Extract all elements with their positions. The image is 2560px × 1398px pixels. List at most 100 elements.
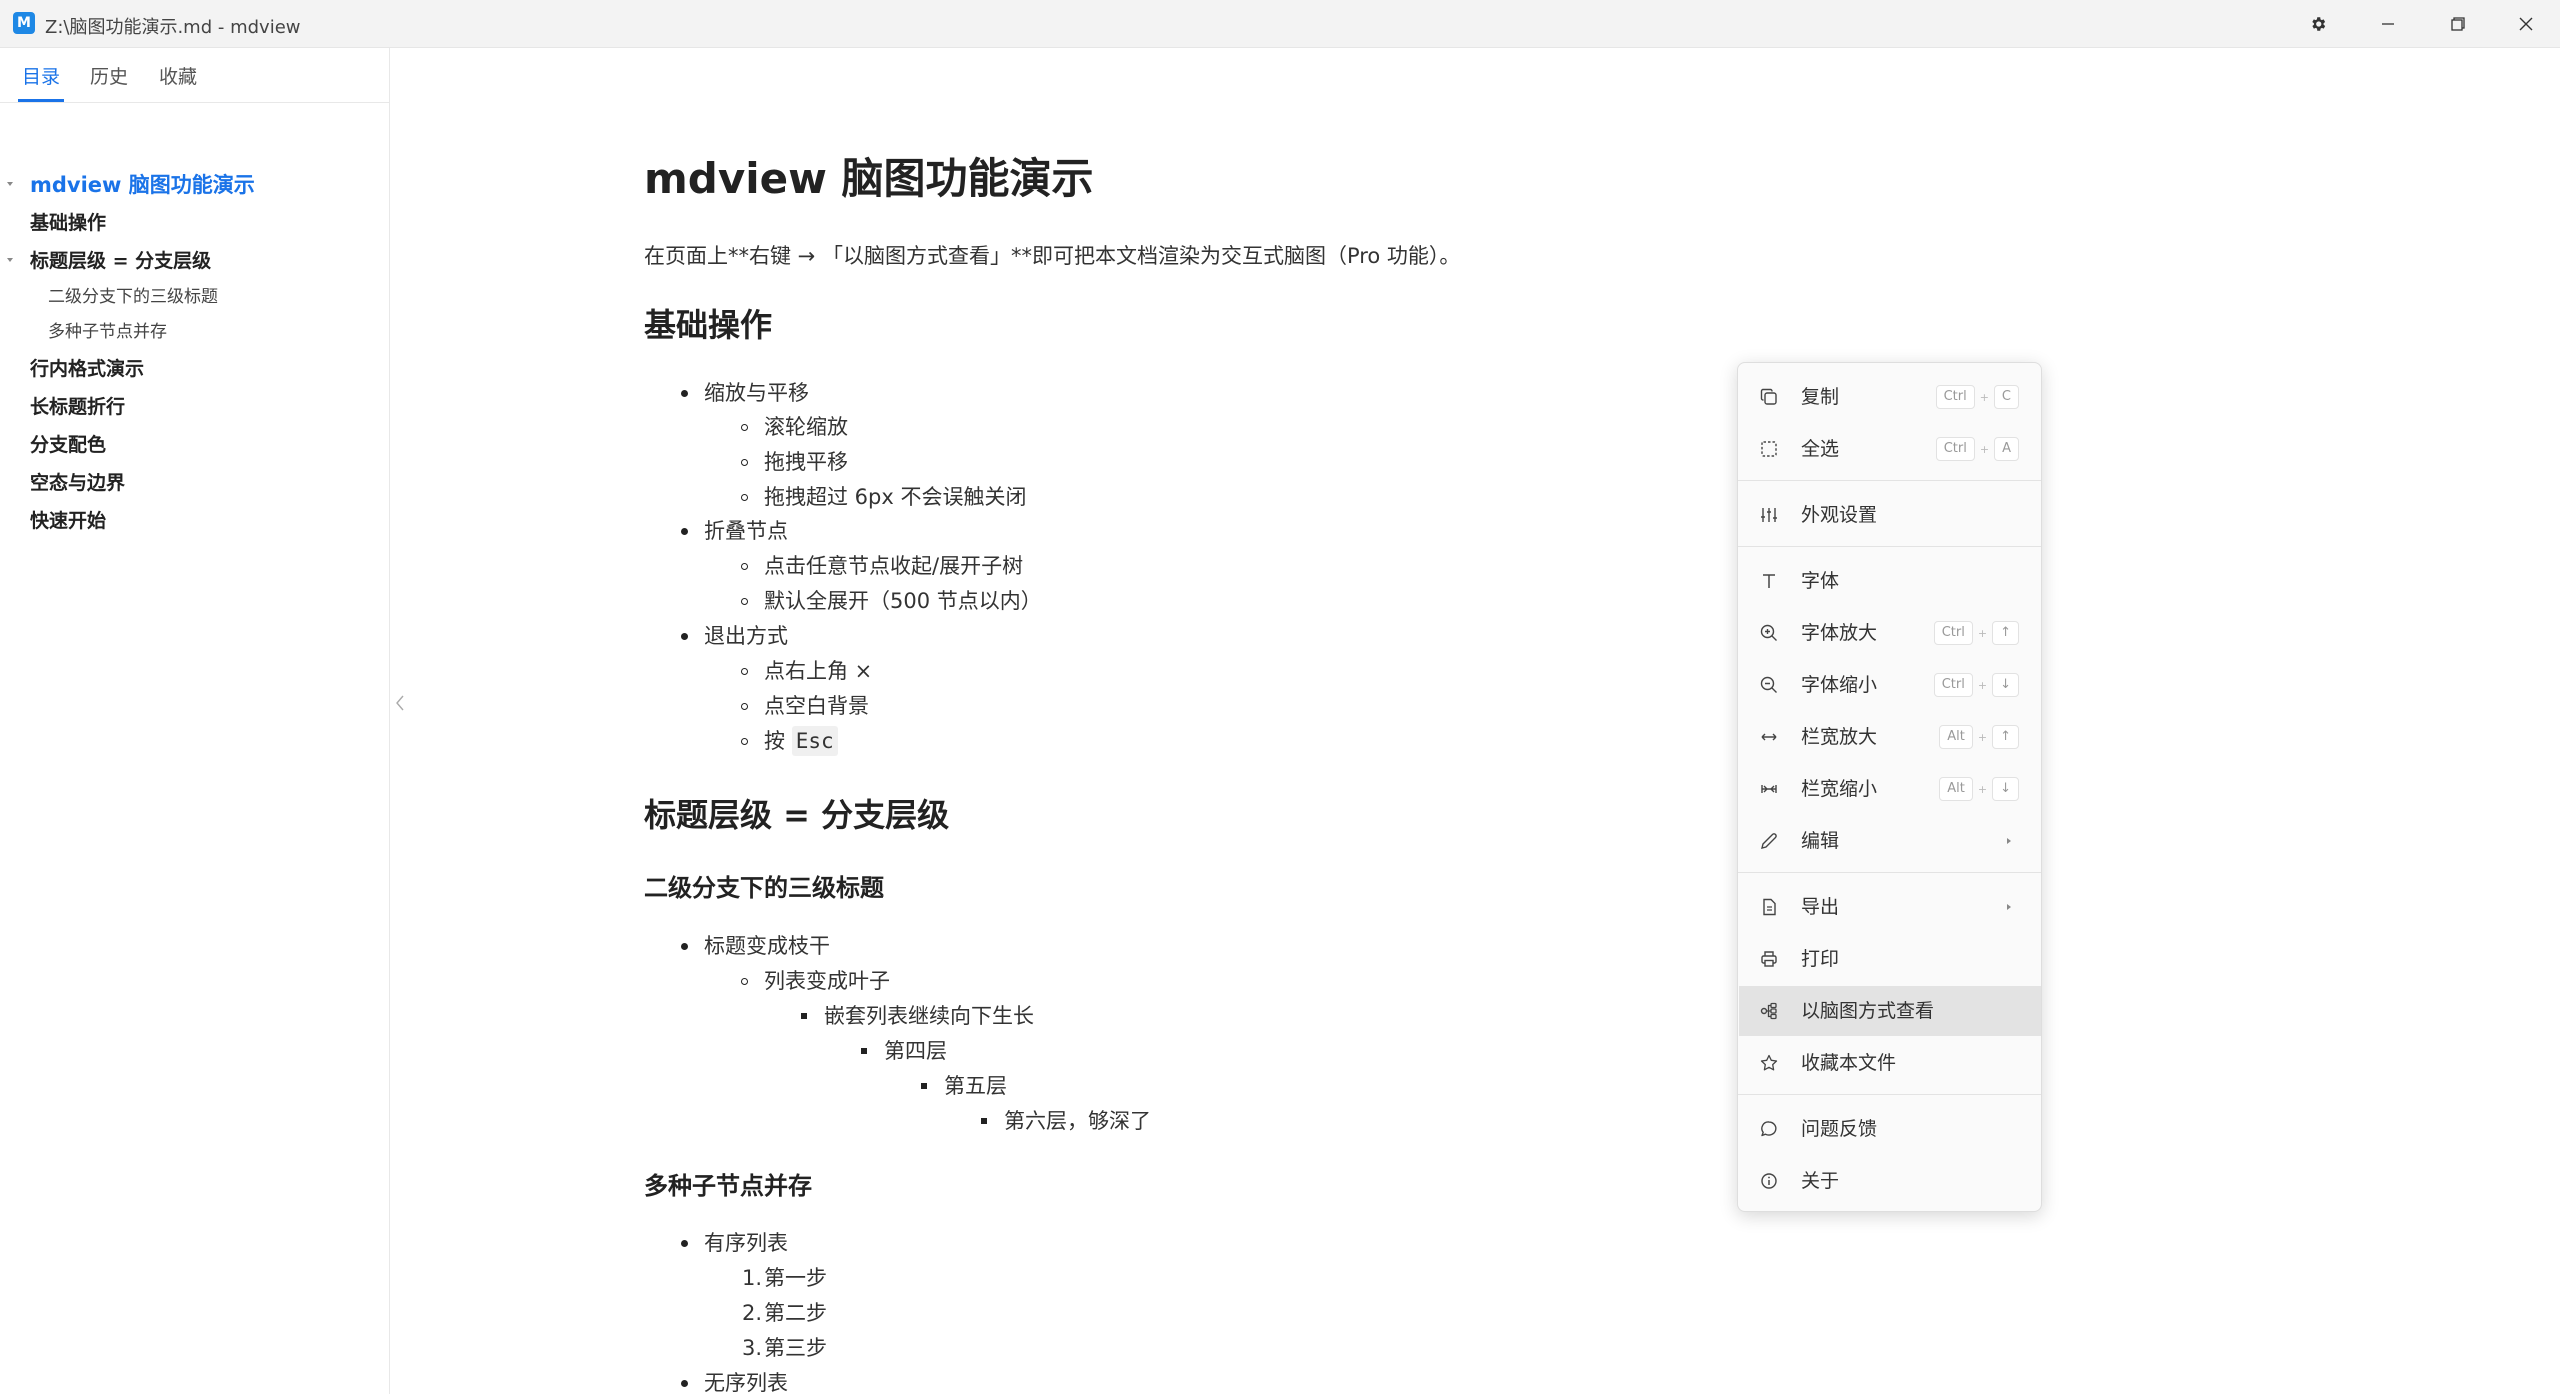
toc-item[interactable]: 快速开始	[0, 506, 389, 536]
intro-paragraph: 在页面上**右键 → 「以脑图方式查看」**即可把本文档渲染为交互式脑图（Pro…	[644, 244, 1461, 268]
sidebar-tabs: 目录 历史 收藏	[0, 48, 389, 103]
shortcut: Ctrl + C	[1935, 385, 2019, 409]
window-title: Z:\脑图功能演示.md - mdview	[45, 17, 301, 38]
menu-item-label: 问题反馈	[1801, 1118, 1878, 1140]
toc-item[interactable]: 多种子节点并存	[0, 317, 389, 347]
toc-item-label: 基础操作	[30, 212, 107, 234]
toc-item[interactable]: 标题层级 = 分支层级	[0, 246, 389, 276]
menu-item-appearance[interactable]: 外观设置	[1739, 490, 2041, 540]
menu-item-label: 以脑图方式查看	[1801, 1000, 1935, 1022]
toc-item[interactable]: 空态与边界	[0, 468, 389, 498]
list-item: 拖拽平移	[764, 450, 848, 474]
list-item: 点击任意节点收起/展开子树	[764, 554, 1024, 578]
menu-item-export[interactable]: 导出	[1739, 882, 2041, 932]
heading-multi: 多种子节点并存	[644, 1172, 812, 1200]
submenu-arrow-icon	[2007, 904, 2011, 910]
toc-item[interactable]: 基础操作	[0, 208, 389, 238]
list-number: 3.	[742, 1336, 763, 1360]
toc-item[interactable]: 行内格式演示	[0, 354, 389, 384]
menu-item-copy[interactable]: 复制 Ctrl + C	[1739, 372, 2041, 422]
heading-levels-sub: 二级分支下的三级标题	[644, 874, 884, 902]
menu-item-label: 全选	[1801, 438, 1840, 460]
menu-item-font-smaller[interactable]: 字体缩小 Ctrl + ↓	[1739, 660, 2041, 710]
shortcut: Ctrl + ↓	[1933, 673, 2019, 697]
toc-item-label: 行内格式演示	[30, 358, 145, 380]
export-doc-icon	[1759, 897, 1779, 917]
document-content: mdview 脑图功能演示 在页面上**右键 → 「以脑图方式查看」**即可把本…	[644, 0, 1704, 1395]
toc-item[interactable]: 分支配色	[0, 430, 389, 460]
toc-item[interactable]: mdview 脑图功能演示	[0, 170, 389, 200]
menu-item-widen-column[interactable]: 栏宽放大 Alt + ↑	[1739, 712, 2041, 762]
list-item: 滚轮缩放	[764, 415, 848, 439]
list-item: 拖拽超过 6px 不会误触关闭	[764, 485, 1027, 509]
zoom-in-icon	[1759, 623, 1779, 643]
restore-icon	[2450, 16, 2466, 32]
menu-item-label: 外观设置	[1801, 504, 1878, 526]
menu-item-add-favorite[interactable]: 收藏本文件	[1739, 1038, 2041, 1088]
menu-item-font-larger[interactable]: 字体放大 Ctrl + ↑	[1739, 608, 2041, 658]
close-button[interactable]	[2492, 0, 2560, 48]
bullet-disc-icon	[681, 390, 688, 397]
settings-button[interactable]	[2284, 0, 2352, 48]
context-menu: 复制 Ctrl + C 全选 Ctrl + A 外观设置 字体 字体放大 Ctrl + ↑ …	[1737, 362, 2042, 1212]
chevron-left-icon	[395, 695, 405, 716]
list-item: 第五层	[944, 1074, 1007, 1098]
menu-item-about[interactable]: 关于	[1739, 1156, 2041, 1206]
menu-item-mindmap-view[interactable]: 以脑图方式查看	[1739, 986, 2041, 1036]
menu-item-label: 关于	[1801, 1170, 1840, 1192]
chat-bubble-icon	[1759, 1119, 1779, 1139]
menu-item-label: 导出	[1801, 896, 1840, 918]
bullet-square-icon	[861, 1048, 867, 1054]
menu-item-label: 字体放大	[1801, 622, 1878, 644]
chevron-down-icon[interactable]	[7, 258, 13, 262]
menu-item-edit[interactable]: 编辑	[1739, 816, 2041, 866]
list-item-text: 按	[764, 729, 792, 753]
mindmap-icon	[1759, 1001, 1779, 1021]
toc-item[interactable]: 长标题折行	[0, 392, 389, 422]
minimize-button[interactable]	[2354, 0, 2422, 48]
document-title: mdview 脑图功能演示	[644, 154, 1094, 203]
font-icon	[1759, 571, 1779, 591]
tab-toc[interactable]: 目录	[18, 62, 65, 102]
list-item: 折叠节点	[704, 519, 788, 543]
menu-item-print[interactable]: 打印	[1739, 934, 2041, 984]
list-number: 1.	[742, 1266, 763, 1290]
toc-item-label: 二级分支下的三级标题	[48, 287, 218, 307]
bullet-circle-icon	[741, 459, 748, 466]
toc-item-label: 分支配色	[30, 434, 107, 456]
menu-item-select-all[interactable]: 全选 Ctrl + A	[1739, 424, 2041, 474]
shortcut: Ctrl + A	[1935, 437, 2019, 461]
bullet-disc-icon	[681, 943, 688, 950]
bullet-circle-icon	[741, 563, 748, 570]
menu-separator	[1738, 546, 2041, 547]
menu-item-label: 字体缩小	[1801, 674, 1878, 696]
maximize-button[interactable]	[2424, 0, 2492, 48]
menu-item-label: 栏宽放大	[1801, 726, 1878, 748]
tab-history[interactable]: 历史	[90, 62, 128, 102]
list-item: 标题变成枝干	[704, 934, 830, 958]
menu-item-label: 复制	[1801, 386, 1840, 408]
bullet-disc-icon	[681, 633, 688, 640]
menu-item-feedback[interactable]: 问题反馈	[1739, 1104, 2041, 1154]
sidebar-collapse-handle[interactable]	[395, 694, 405, 712]
bullet-disc-icon	[681, 1240, 688, 1247]
inline-code: Esc	[791, 726, 838, 756]
list-number: 2.	[742, 1301, 763, 1325]
chevron-down-icon[interactable]	[7, 182, 13, 186]
list-item: 默认全展开（500 节点以内）	[764, 589, 1042, 613]
close-icon	[2518, 16, 2534, 32]
menu-item-font[interactable]: 字体	[1739, 556, 2041, 606]
copy-icon	[1759, 387, 1779, 407]
bullet-circle-icon	[741, 424, 748, 431]
bullet-circle-icon	[741, 703, 748, 710]
bullet-disc-icon	[681, 1380, 688, 1387]
toc-item-label: 多种子节点并存	[48, 322, 167, 342]
select-all-icon	[1759, 439, 1779, 459]
list-item: 按 Esc	[764, 726, 838, 756]
list-item: 退出方式	[704, 624, 788, 648]
toc-item-label: 空态与边界	[30, 472, 126, 494]
tab-favorites[interactable]: 收藏	[159, 62, 197, 102]
menu-item-narrow-column[interactable]: 栏宽缩小 Alt + ↓	[1739, 764, 2041, 814]
minimize-icon	[2380, 16, 2396, 32]
toc-item[interactable]: 二级分支下的三级标题	[0, 282, 389, 312]
